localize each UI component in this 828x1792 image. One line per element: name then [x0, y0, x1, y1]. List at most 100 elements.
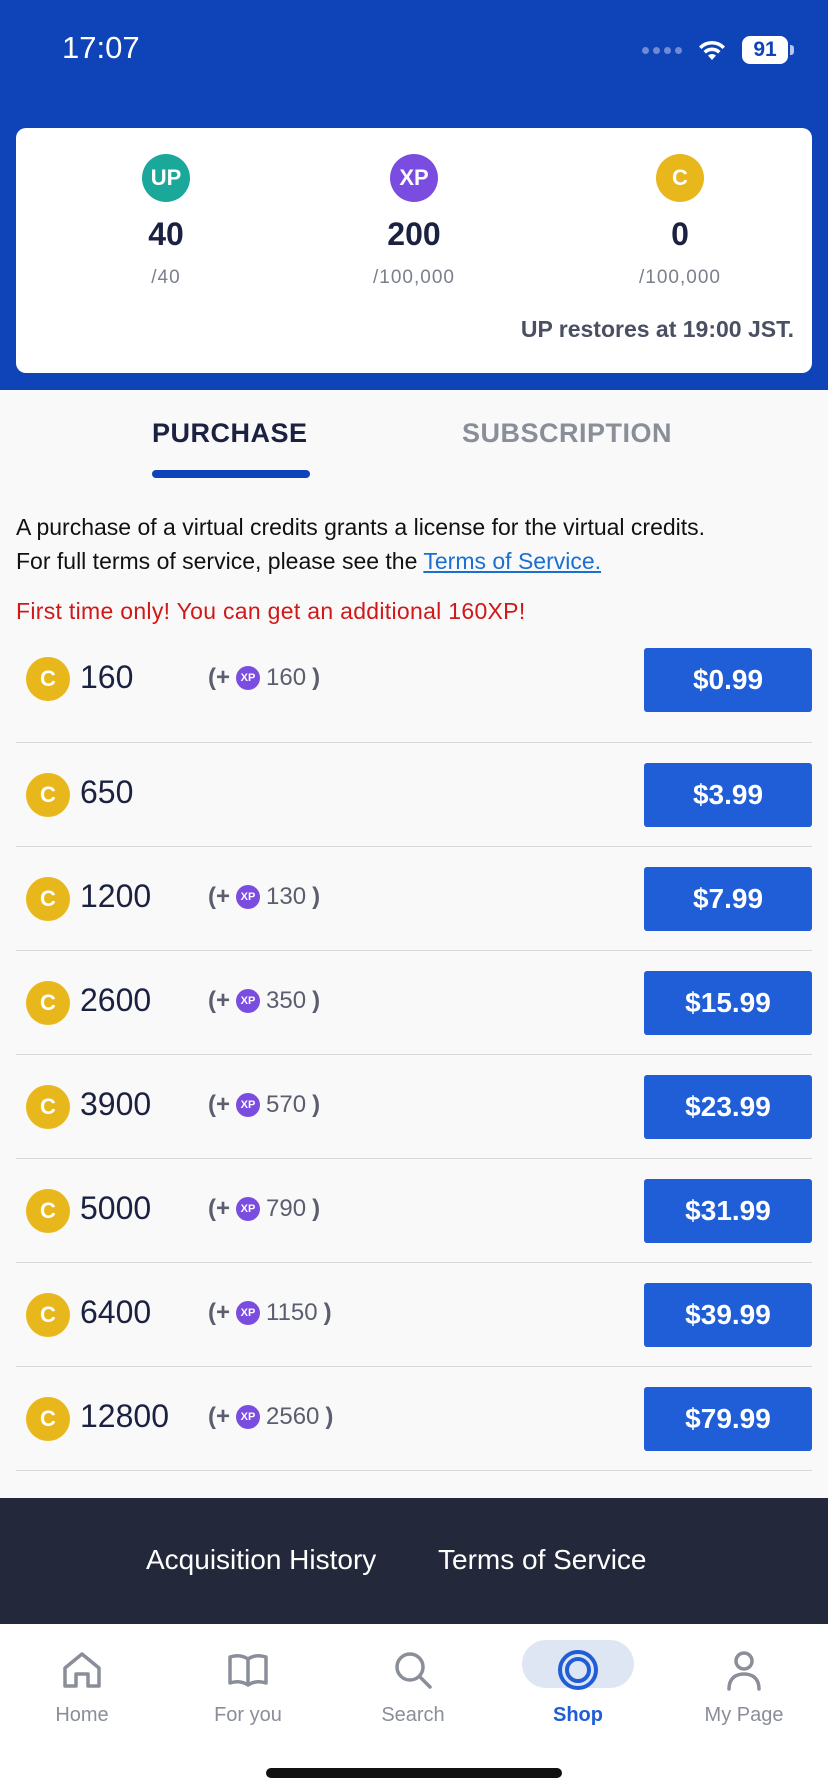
buy-button[interactable]: $39.99	[644, 1283, 812, 1347]
xp-bonus: (+ XP 790)	[208, 1195, 320, 1223]
coin-icon: C	[656, 154, 704, 202]
bonus-value: 2560	[266, 1403, 320, 1430]
bonus-value: 570	[266, 1091, 307, 1118]
up-value: 40	[148, 216, 184, 252]
bonus-close: )	[312, 1195, 321, 1222]
nav-label: Home	[55, 1704, 109, 1726]
nav-label: For you	[214, 1704, 282, 1726]
bonus-value: 350	[266, 987, 307, 1014]
tab-bar: PURCHASE SUBSCRIPTION	[0, 390, 828, 480]
buy-button[interactable]: $31.99	[644, 1179, 812, 1243]
list-item: C 6400 (+ XP 1150) $39.99	[16, 1263, 812, 1367]
coin-amount: 2600	[80, 982, 152, 1018]
coin-icon: C	[26, 981, 70, 1025]
home-icon	[12, 1644, 152, 1696]
notice-prefix: For full terms of service, please see th…	[16, 548, 424, 574]
restore-text: UP restores at 19:00 JST.	[520, 316, 794, 342]
bonus-open: (+	[208, 664, 231, 691]
coin-icon: C	[26, 657, 70, 701]
nav-home[interactable]: Home	[12, 1644, 152, 1727]
xp-icon: XP	[390, 154, 438, 202]
stat-coin: C 0 /100,000	[580, 154, 780, 289]
up-icon: UP	[142, 154, 190, 202]
bonus-value: 1150	[266, 1299, 318, 1326]
header: 17:07 91 UP 40 /40 XP 200 /100,000 C 0 /…	[0, 0, 828, 390]
xp-icon: XP	[236, 1405, 261, 1429]
nav-label: My Page	[704, 1704, 784, 1726]
coin-amount: 650	[80, 774, 134, 810]
coin-amount: 1200	[80, 878, 152, 914]
list-item: C 5000 (+ XP 790) $31.99	[16, 1159, 812, 1263]
stats-card: UP 40 /40 XP 200 /100,000 C 0 /100,000 U…	[16, 128, 812, 373]
product-list: C 160 (+ XP 160) $0.99 C 650 $3.99 C 1200 …	[16, 628, 812, 1539]
bonus-close: )	[312, 883, 321, 910]
bonus-open: (+	[208, 1091, 231, 1118]
coin-icon: C	[26, 877, 70, 921]
stat-up: UP 40 /40	[66, 154, 266, 289]
tab-subscription[interactable]: SUBSCRIPTION	[462, 418, 672, 449]
person-icon	[674, 1644, 814, 1696]
bonus-close: )	[312, 664, 321, 691]
terms-of-service-link[interactable]: Terms of Service	[438, 1544, 647, 1576]
wifi-icon	[696, 38, 728, 62]
coin-amount: 12800	[80, 1398, 169, 1434]
tab-indicator	[152, 470, 310, 478]
list-item: C 2600 (+ XP 350) $15.99	[16, 951, 812, 1055]
bonus-open: (+	[208, 1403, 231, 1430]
list-item: C 12800 (+ XP 2560) $79.99	[16, 1367, 812, 1471]
coin-value: 0	[671, 216, 689, 252]
xp-icon: XP	[236, 1301, 261, 1325]
list-item: C 160 (+ XP 160) $0.99	[16, 628, 812, 743]
stat-xp: XP 200 /100,000	[314, 154, 514, 289]
nav-label: Search	[381, 1704, 445, 1726]
buy-button[interactable]: $15.99	[644, 971, 812, 1035]
notice-line-1: A purchase of a virtual credits grants a…	[16, 514, 706, 540]
list-item: C 3900 (+ XP 570) $23.99	[16, 1055, 812, 1159]
book-icon	[178, 1644, 318, 1696]
coin-icon: C	[26, 1085, 70, 1129]
buy-button[interactable]: $7.99	[644, 867, 812, 931]
coin-icon: C	[26, 1293, 70, 1337]
home-indicator	[266, 1768, 562, 1778]
buy-button[interactable]: $79.99	[644, 1387, 812, 1451]
xp-icon: XP	[236, 1197, 261, 1221]
nav-shop[interactable]: Shop	[508, 1644, 648, 1727]
bonus-open: (+	[208, 1195, 231, 1222]
up-max: /40	[151, 267, 181, 288]
coin-max: /100,000	[639, 267, 721, 288]
nav-my-page[interactable]: My Page	[674, 1644, 814, 1727]
battery-icon: 91	[742, 36, 794, 64]
xp-max: /100,000	[373, 267, 455, 288]
nav-search[interactable]: Search	[343, 1644, 483, 1727]
buy-button[interactable]: $3.99	[644, 763, 812, 827]
xp-value: 200	[387, 216, 441, 252]
xp-bonus: (+ XP 160)	[208, 664, 320, 692]
acquisition-history-link[interactable]: Acquisition History	[146, 1544, 376, 1576]
bonus-close: )	[312, 1091, 321, 1118]
bonus-value: 790	[266, 1195, 307, 1222]
shop-icon	[508, 1644, 648, 1696]
tab-purchase[interactable]: PURCHASE	[152, 418, 308, 449]
coin-icon: C	[26, 1189, 70, 1233]
bottom-nav: Home For you Search Shop My Page	[0, 1624, 828, 1792]
list-item: C 650 $3.99	[16, 743, 812, 847]
xp-bonus: (+ XP 350)	[208, 987, 320, 1015]
bonus-close: )	[323, 1299, 332, 1326]
bonus-value: 160	[266, 664, 307, 691]
search-icon	[343, 1644, 483, 1696]
coin-amount: 3900	[80, 1086, 152, 1122]
bonus-close: )	[312, 987, 321, 1014]
status-icons: 91	[642, 34, 794, 66]
footer-links: Acquisition History Terms of Service	[0, 1498, 828, 1624]
nav-for-you[interactable]: For you	[178, 1644, 318, 1727]
buy-button[interactable]: $0.99	[644, 648, 812, 712]
buy-button[interactable]: $23.99	[644, 1075, 812, 1139]
bonus-open: (+	[208, 987, 231, 1014]
xp-bonus: (+ XP 2560)	[208, 1403, 333, 1431]
coin-icon: C	[26, 1397, 70, 1441]
bonus-close: )	[325, 1403, 334, 1430]
terms-link[interactable]: Terms of Service.	[423, 548, 601, 574]
notice-line-2: For full terms of service, please see th…	[16, 544, 816, 578]
coin-amount: 6400	[80, 1294, 152, 1330]
bonus-value: 130	[266, 883, 307, 910]
